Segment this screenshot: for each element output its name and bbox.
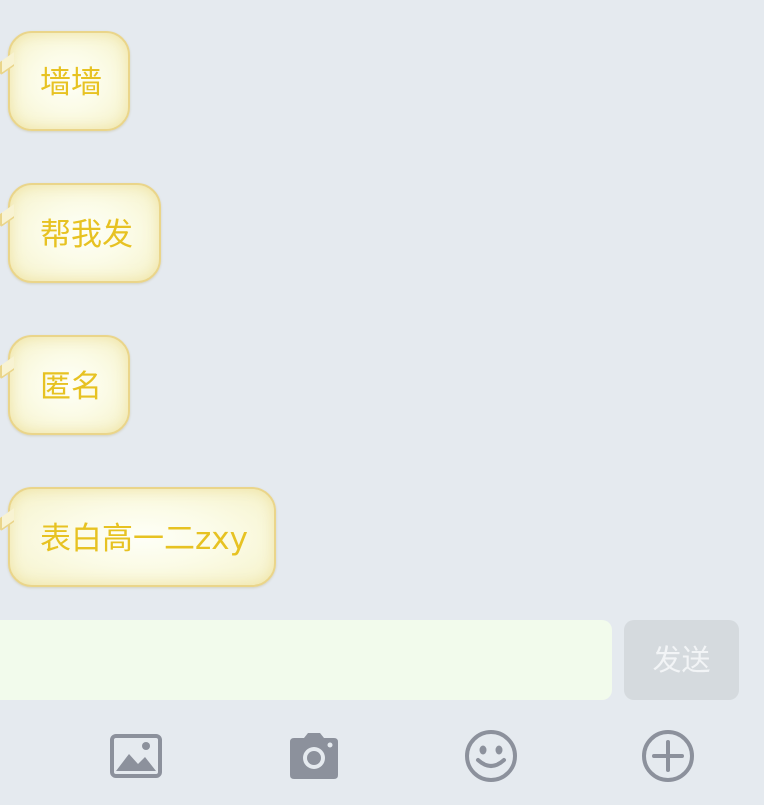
camera-icon <box>288 733 340 783</box>
message-row: 表白高一二zxy <box>0 487 276 587</box>
message-bubble[interactable]: 匿名 <box>8 335 130 435</box>
emoji-button[interactable] <box>463 730 519 786</box>
camera-button[interactable] <box>286 730 342 786</box>
message-bubble[interactable]: 表白高一二zxy <box>8 487 276 587</box>
composer-toolbar <box>0 712 764 805</box>
message-row: 墙墙 <box>0 31 130 131</box>
message-bubble[interactable]: 墙墙 <box>8 31 130 131</box>
message-row: 帮我发 <box>0 183 161 283</box>
emoji-icon <box>464 729 518 787</box>
composer-bar: 发送 <box>0 612 764 708</box>
message-list: 墙墙 帮我发 匿名 表白高一二zxy <box>0 0 764 612</box>
plus-icon <box>641 729 695 787</box>
message-input[interactable] <box>0 620 612 700</box>
more-button[interactable] <box>640 730 696 786</box>
send-button[interactable]: 发送 <box>624 620 739 700</box>
image-button[interactable] <box>108 730 164 786</box>
message-bubble[interactable]: 帮我发 <box>8 183 161 283</box>
message-row: 匿名 <box>0 335 130 435</box>
image-icon <box>110 734 162 782</box>
